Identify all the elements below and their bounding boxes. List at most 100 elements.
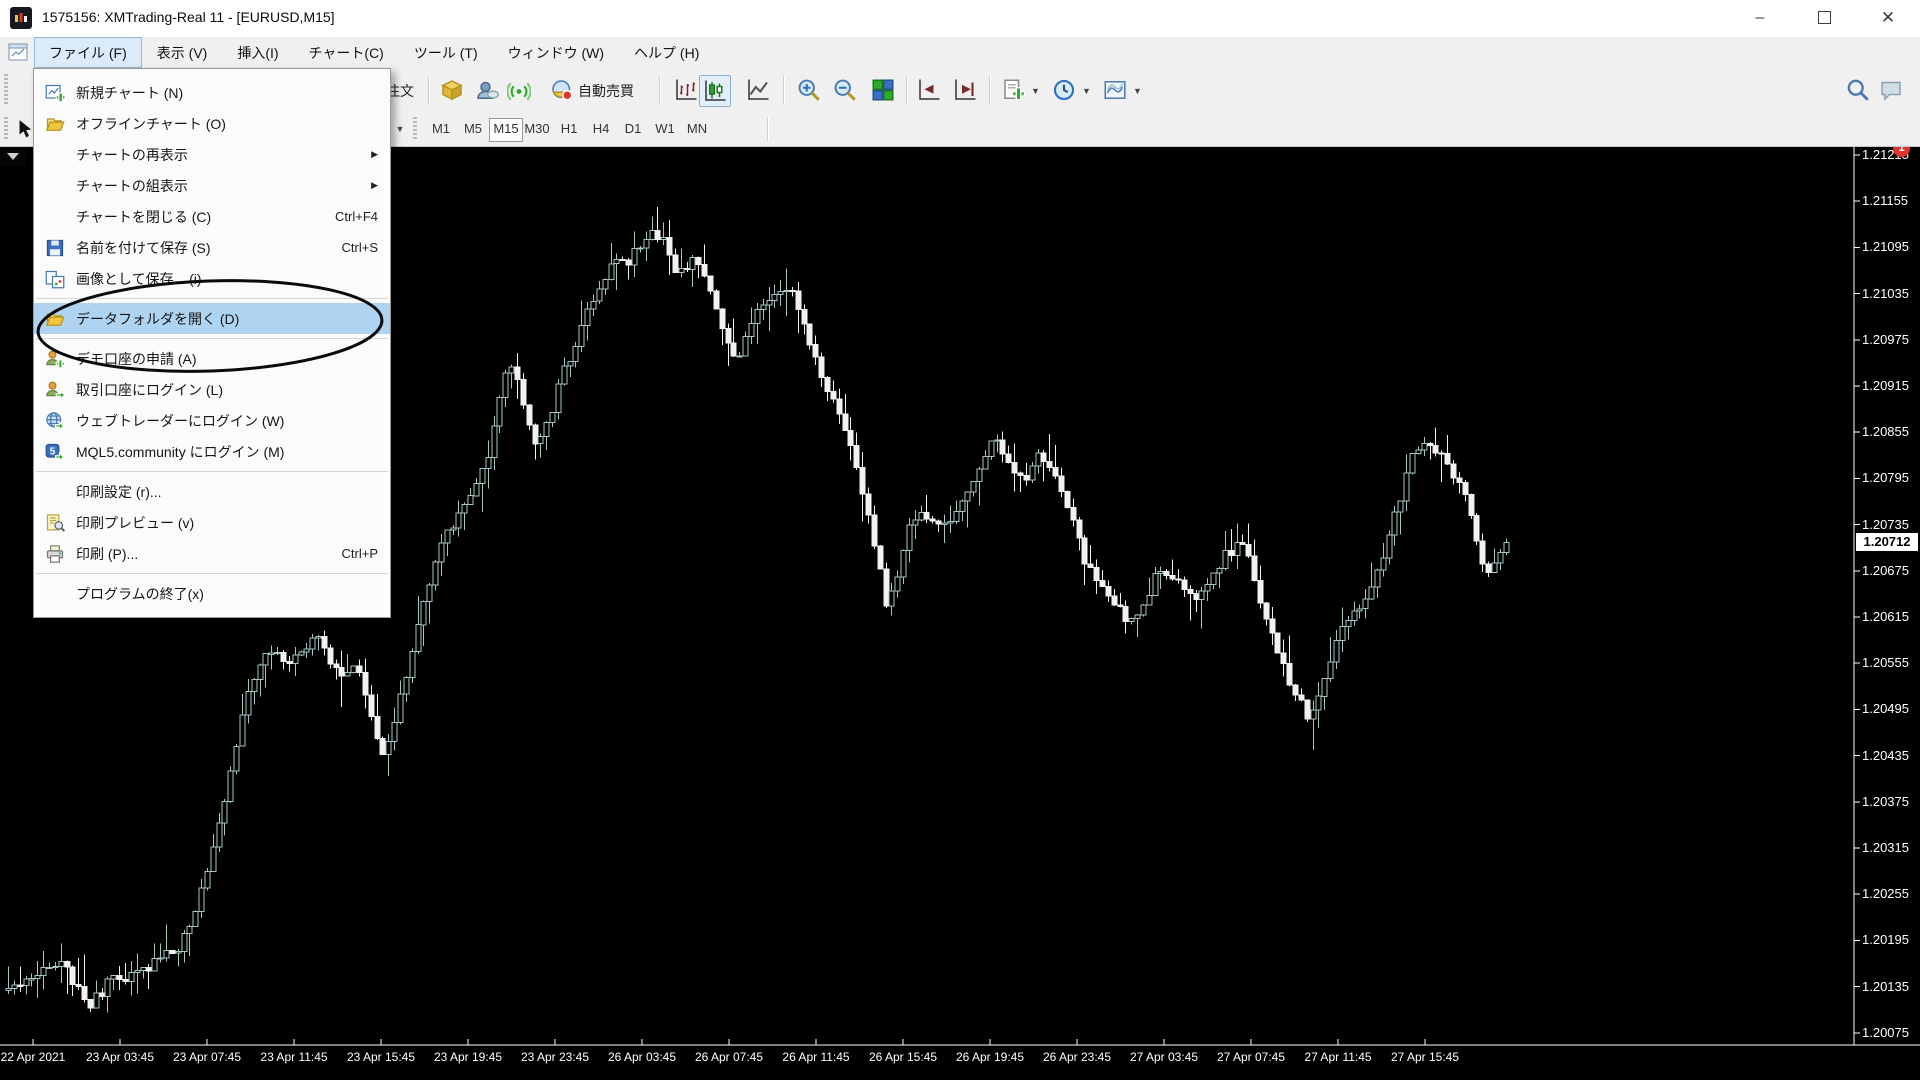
chevron-down-icon[interactable]: ▼ bbox=[1082, 86, 1091, 96]
minimize-icon[interactable]: – bbox=[1732, 0, 1788, 36]
menu-item[interactable]: 印刷プレビュー (v) bbox=[34, 507, 390, 538]
candlestick-icon[interactable] bbox=[699, 75, 731, 107]
chat-icon[interactable] bbox=[1876, 75, 1906, 105]
price-tick-label: 1.20855 bbox=[1862, 424, 1909, 439]
maximize-icon[interactable] bbox=[1796, 0, 1852, 36]
open-folder-icon bbox=[42, 309, 68, 329]
menu-bar: ファイル (F)表示 (V)挿入(I)チャート(C)ツール (T)ウィンドウ (… bbox=[0, 37, 1920, 69]
menu-divider bbox=[36, 471, 388, 472]
package-icon[interactable] bbox=[437, 75, 467, 105]
menu-item[interactable]: チャートの再表示▶ bbox=[34, 139, 390, 170]
menubar-item-H[interactable]: ヘルプ (H) bbox=[619, 37, 714, 68]
zoom-in-icon[interactable] bbox=[794, 75, 824, 105]
timeframe-button-D1[interactable]: D1 bbox=[617, 118, 649, 140]
chevron-down-icon[interactable]: ▼ bbox=[1133, 86, 1142, 96]
price-tick-label: 1.20915 bbox=[1862, 378, 1909, 393]
menu-item[interactable]: 印刷設定 (r)... bbox=[34, 476, 390, 507]
print-preview-icon bbox=[42, 513, 68, 533]
time-tick-label: 23 Apr 19:45 bbox=[434, 1050, 502, 1064]
auto-scroll-icon[interactable] bbox=[914, 75, 944, 105]
price-tick-label: 1.20675 bbox=[1862, 563, 1909, 578]
menubar-item-C[interactable]: チャート(C) bbox=[294, 37, 399, 68]
toolbar-grip[interactable] bbox=[4, 117, 8, 141]
menu-item-label: 取引口座にログイン (L) bbox=[76, 380, 223, 400]
price-tick-label: 1.20795 bbox=[1862, 470, 1909, 485]
menu-item[interactable]: チャートの組表示▶ bbox=[34, 170, 390, 201]
timeframe-button-H4[interactable]: H4 bbox=[585, 118, 617, 140]
menubar-item-V[interactable]: 表示 (V) bbox=[142, 37, 223, 68]
menu-item-label: 名前を付けて保存 (S) bbox=[76, 238, 211, 258]
chart-window-icon[interactable] bbox=[8, 43, 28, 61]
line-chart-icon[interactable] bbox=[743, 75, 773, 105]
menu-shortcut: Ctrl+S bbox=[342, 240, 378, 255]
separator bbox=[906, 76, 908, 104]
time-tick-label: 23 Apr 11:45 bbox=[260, 1050, 327, 1064]
zoom-out-icon[interactable] bbox=[830, 75, 860, 105]
title-bar: 1575156: XMTrading-Real 11 - [EURUSD,M15… bbox=[0, 0, 1920, 38]
menubar-item-T[interactable]: ツール (T) bbox=[399, 37, 493, 68]
menu-item[interactable]: 新規チャート (N) bbox=[34, 77, 390, 108]
community-icon[interactable] bbox=[472, 75, 502, 105]
signals-icon[interactable] bbox=[504, 75, 534, 105]
current-price-marker: 1.20712 bbox=[1856, 533, 1918, 551]
autotrading-button[interactable]: 自動売買 bbox=[578, 81, 634, 101]
toolbar-grip[interactable] bbox=[4, 74, 8, 106]
menubar-item-W[interactable]: ウィンドウ (W) bbox=[493, 37, 619, 68]
menu-item[interactable]: チャートを閉じる (C)Ctrl+F4 bbox=[34, 201, 390, 232]
no-icon bbox=[42, 176, 68, 196]
menu-item[interactable]: 名前を付けて保存 (S) Ctrl+S bbox=[34, 232, 390, 263]
menubar-item-F[interactable]: ファイル (F) bbox=[34, 37, 142, 68]
menu-item-label: 印刷プレビュー (v) bbox=[76, 513, 194, 533]
login-account-icon bbox=[42, 380, 68, 400]
toolbar-grip[interactable] bbox=[413, 117, 417, 141]
symbol-dropdown-arrow-icon[interactable]: ▼ bbox=[391, 118, 409, 140]
price-tick-label: 1.21035 bbox=[1862, 286, 1909, 301]
timeframe-button-M1[interactable]: M1 bbox=[425, 118, 457, 140]
menu-item[interactable]: 5MQL5.community にログイン (M) bbox=[34, 436, 390, 467]
time-tick-label: 27 Apr 03:45 bbox=[1130, 1050, 1198, 1064]
timeframe-button-M30[interactable]: M30 bbox=[521, 118, 553, 140]
timeframe-button-H1[interactable]: H1 bbox=[553, 118, 585, 140]
autotrading-icon[interactable] bbox=[547, 75, 577, 105]
menu-item-label: デモ口座の申請 (A) bbox=[76, 349, 197, 369]
timeframe-button-MN[interactable]: MN bbox=[681, 118, 713, 140]
menu-item-label: 新規チャート (N) bbox=[76, 83, 183, 103]
time-tick-label: 22 Apr 2021 bbox=[1, 1050, 66, 1064]
time-tick-label: 26 Apr 23:45 bbox=[1043, 1050, 1111, 1064]
menu-item-label: データフォルダを開く (D) bbox=[76, 309, 239, 329]
offline-chart-icon bbox=[42, 114, 68, 134]
menubar-item-I[interactable]: 挿入(I) bbox=[222, 37, 293, 68]
menu-item[interactable]: 画像として保存... (i) bbox=[34, 263, 390, 294]
chart-shift-icon[interactable] bbox=[950, 75, 980, 105]
menu-item[interactable]: ウェブトレーダーにログイン (W) bbox=[34, 405, 390, 436]
templates-icon[interactable] bbox=[1100, 75, 1130, 105]
search-icon[interactable] bbox=[1843, 75, 1873, 105]
no-icon bbox=[42, 584, 68, 604]
tile-windows-icon[interactable] bbox=[868, 75, 898, 105]
menu-item[interactable]: オフラインチャート (O) bbox=[34, 108, 390, 139]
time-tick-label: 26 Apr 15:45 bbox=[869, 1050, 937, 1064]
menu-item[interactable]: 取引口座にログイン (L) bbox=[34, 374, 390, 405]
close-icon[interactable]: ✕ bbox=[1860, 0, 1916, 36]
no-icon bbox=[42, 482, 68, 502]
time-tick-label: 26 Apr 11:45 bbox=[782, 1050, 849, 1064]
periods-icon[interactable] bbox=[1049, 75, 1079, 105]
timeframe-button-M5[interactable]: M5 bbox=[457, 118, 489, 140]
time-tick-label: 26 Apr 07:45 bbox=[695, 1050, 763, 1064]
timeframe-button-W1[interactable]: W1 bbox=[649, 118, 681, 140]
menu-item[interactable]: 印刷 (P)...Ctrl+P bbox=[34, 538, 390, 569]
menu-item[interactable]: プログラムの終了(x) bbox=[34, 578, 390, 609]
time-tick-label: 23 Apr 15:45 bbox=[347, 1050, 415, 1064]
price-tick-label: 1.20555 bbox=[1862, 655, 1909, 670]
bar-chart-icon[interactable] bbox=[671, 75, 701, 105]
price-tick-label: 1.20495 bbox=[1862, 701, 1909, 716]
mql5-icon: 5 bbox=[42, 442, 68, 462]
app-icon bbox=[10, 7, 32, 29]
menu-item[interactable]: デモ口座の申請 (A) bbox=[34, 343, 390, 374]
indicators-icon[interactable] bbox=[999, 75, 1029, 105]
separator bbox=[989, 76, 991, 104]
menu-item[interactable]: データフォルダを開く (D) bbox=[34, 303, 390, 334]
chevron-down-icon[interactable]: ▼ bbox=[1031, 86, 1040, 96]
save-image-icon bbox=[42, 269, 68, 289]
timeframe-button-M15[interactable]: M15 bbox=[489, 118, 523, 142]
